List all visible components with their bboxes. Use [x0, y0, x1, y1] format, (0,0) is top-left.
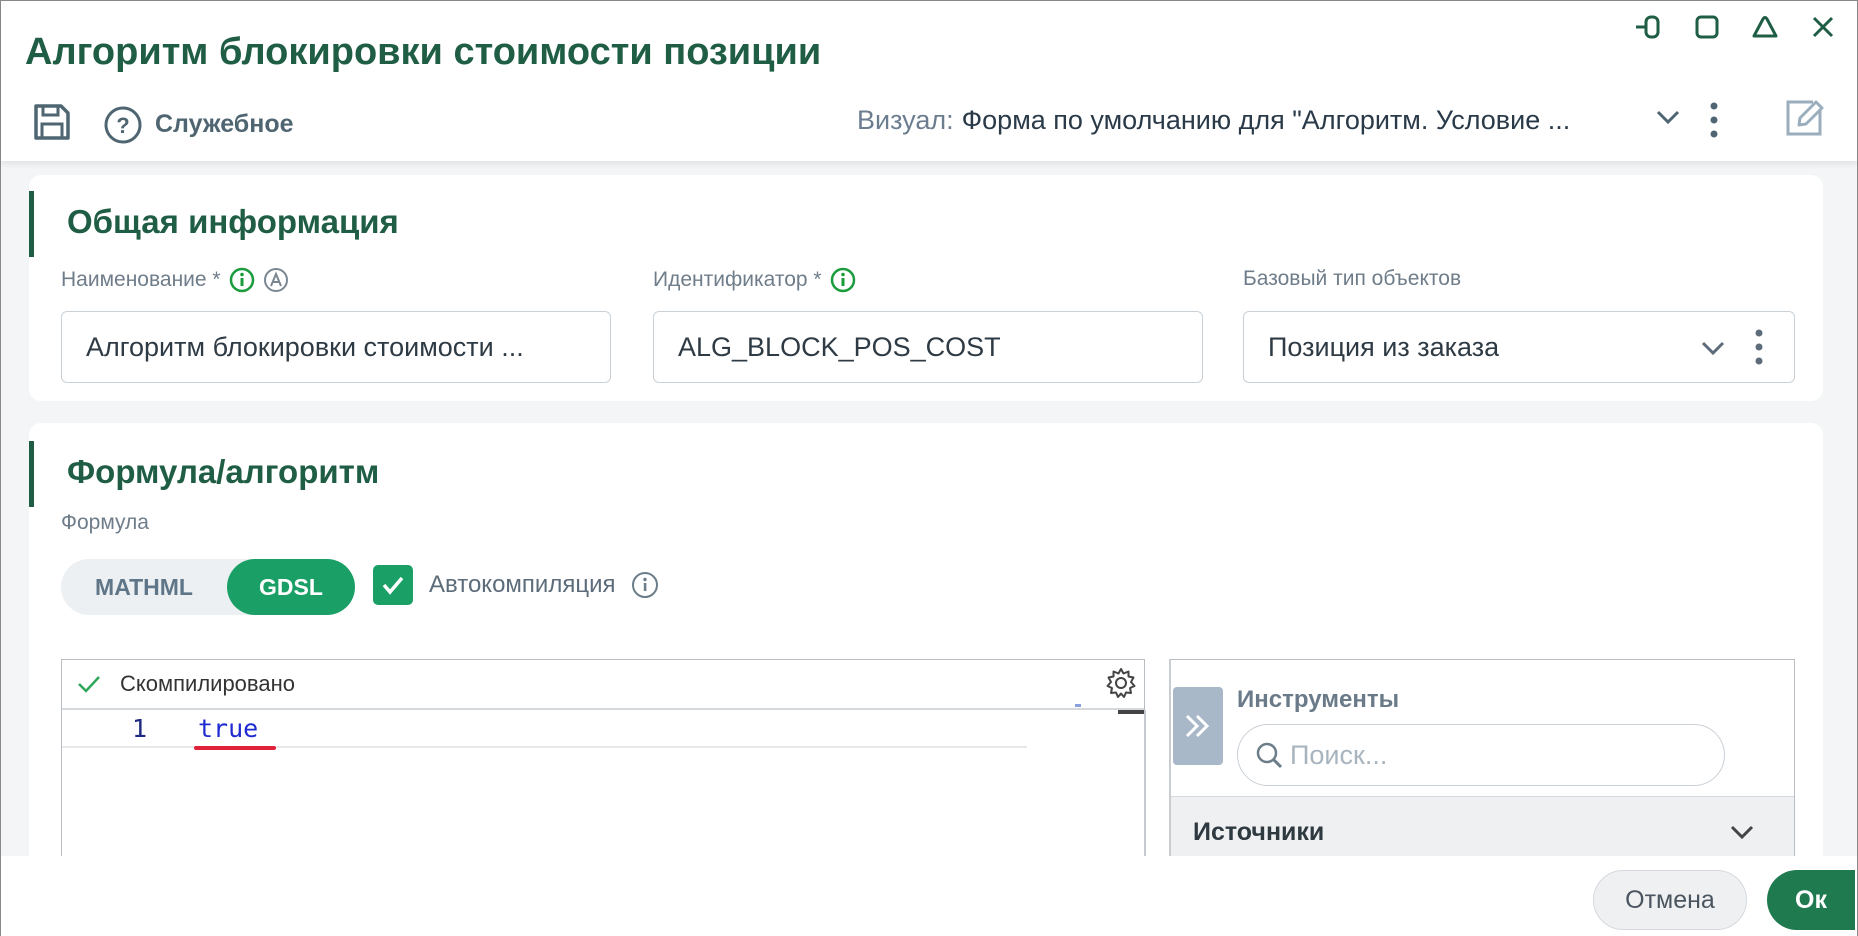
pin-icon[interactable] — [1633, 11, 1665, 43]
kebab-menu-icon[interactable] — [1709, 101, 1719, 146]
sources-section[interactable]: Источники — [1171, 796, 1794, 856]
tools-panel: Инструменты Источники — [1169, 659, 1795, 856]
base-type-label: Базовый тип объектов — [1243, 267, 1462, 290]
maximize-icon[interactable] — [1691, 11, 1723, 43]
section-title-general: Общая информация — [67, 203, 399, 240]
dialog-title: Алгоритм блокировки стоимости позиции — [25, 31, 822, 73]
kebab-menu-icon[interactable] — [1754, 328, 1764, 368]
service-button[interactable]: ? Служебное — [103, 105, 294, 145]
autocompile-row: Автокомпиляция — [373, 565, 659, 605]
close-icon[interactable] — [1807, 11, 1839, 43]
base-type-value: Позиция из заказа — [1268, 331, 1500, 362]
dialog: Алгоритм блокировки стоимости позиции ? … — [0, 0, 1858, 936]
autocompile-label: Автокомпиляция — [429, 571, 616, 598]
gear-icon[interactable] — [1104, 666, 1138, 705]
toolbar: ? Служебное — [31, 101, 294, 148]
collapse-icon[interactable] — [1749, 11, 1781, 43]
line-number: 1 — [132, 714, 148, 743]
section-accent-bar — [29, 191, 34, 257]
dialog-content[interactable]: Общая информация Наименование * Алгоритм… — [1, 161, 1857, 856]
translate-icon[interactable] — [263, 267, 289, 293]
editor-status-bar: Скомпилировано — [62, 660, 1144, 710]
search-icon — [1256, 742, 1283, 769]
dialog-footer: Отмена Ок — [1, 856, 1857, 936]
editor-scroll-thumb[interactable] — [1118, 710, 1146, 714]
info-icon[interactable] — [631, 571, 659, 599]
svg-text:?: ? — [116, 113, 129, 138]
visual-label: Визуал: — [857, 105, 954, 135]
name-field[interactable]: Алгоритм блокировки стоимости ... — [61, 311, 611, 383]
formula-label: Формула — [61, 511, 149, 534]
base-type-select[interactable]: Позиция из заказа — [1243, 311, 1795, 383]
name-value: Алгоритм блокировки стоимости ... — [86, 331, 524, 362]
dialog-header: Алгоритм блокировки стоимости позиции ? … — [1, 1, 1857, 161]
chevron-down-icon[interactable] — [1728, 821, 1756, 843]
window-controls — [1633, 11, 1839, 43]
chevron-down-icon[interactable] — [1655, 107, 1681, 132]
mode-gdsl-button[interactable]: GDSL — [227, 559, 355, 615]
mode-mathml-button[interactable]: MATHML — [61, 559, 227, 615]
code-line[interactable]: true — [198, 714, 258, 743]
info-icon[interactable] — [830, 267, 856, 293]
save-icon[interactable] — [31, 101, 73, 148]
section-title-formula: Формула/алгоритм — [67, 453, 380, 490]
base-type-label-row: Базовый тип объектов — [1243, 267, 1461, 291]
error-underline — [194, 746, 276, 750]
formula-mode-toggle: MATHML GDSL — [61, 559, 355, 615]
visual-value: Форма по умолчанию для "Алгоритм. Услови… — [961, 105, 1571, 135]
name-label-row: Наименование * — [61, 267, 289, 293]
ok-button[interactable]: Ок — [1767, 870, 1855, 930]
edit-icon[interactable] — [1783, 97, 1825, 144]
editor-marker — [1075, 704, 1081, 707]
editor-scrollbar[interactable] — [1144, 710, 1146, 856]
double-chevron-right-icon — [1185, 714, 1210, 738]
identifier-value: ALG_BLOCK_POS_COST — [678, 331, 1001, 362]
visual-selector[interactable]: Визуал: Форма по умолчанию для "Алгоритм… — [857, 105, 1642, 136]
check-icon — [382, 576, 404, 595]
formula-card: Формула/алгоритм Формула MATHML GDSL Авт… — [29, 423, 1823, 856]
chevron-down-icon[interactable] — [1700, 338, 1726, 358]
code-editor[interactable]: Скомпилировано 1 true — [61, 659, 1146, 856]
tools-search[interactable] — [1237, 724, 1725, 786]
autocompile-checkbox[interactable] — [373, 565, 413, 605]
tools-search-input[interactable] — [1290, 739, 1690, 771]
info-icon[interactable] — [229, 267, 255, 293]
identifier-field[interactable]: ALG_BLOCK_POS_COST — [653, 311, 1203, 383]
cancel-button[interactable]: Отмена — [1593, 870, 1747, 930]
tools-expand-button[interactable] — [1173, 687, 1223, 765]
identifier-label-row: Идентификатор * — [653, 267, 856, 293]
identifier-label: Идентификатор * — [653, 268, 822, 291]
general-info-card: Общая информация Наименование * Алгоритм… — [29, 175, 1823, 401]
section-accent-bar — [29, 441, 34, 507]
service-label: Служебное — [155, 110, 294, 138]
sources-label: Источники — [1193, 817, 1325, 846]
tools-title: Инструменты — [1237, 686, 1400, 713]
compile-status: Скомпилировано — [120, 671, 295, 696]
compiled-check-icon — [78, 676, 100, 693]
help-icon: ? — [104, 106, 142, 143]
name-label: Наименование * — [61, 268, 221, 291]
